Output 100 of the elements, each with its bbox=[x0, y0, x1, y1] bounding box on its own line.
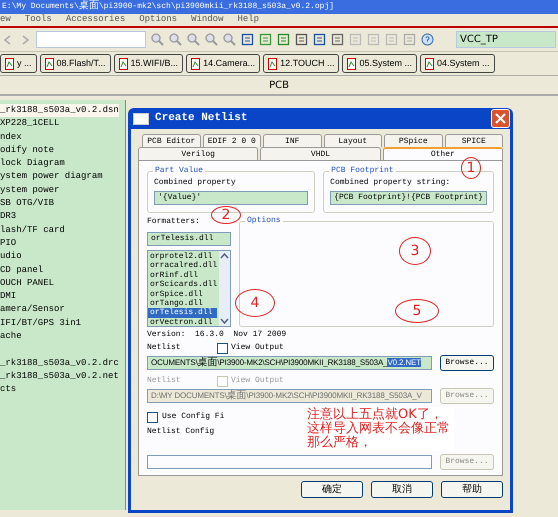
tree-item[interactable]: udio bbox=[0, 250, 22, 264]
pane-title: PCB bbox=[0, 76, 558, 96]
tab[interactable]: Layout bbox=[324, 134, 382, 147]
formatter-list[interactable]: orprotel2.dll orracalred.dll orRinf.dll orScicards.dll orSpice.dll orTango.dll orTelesis.dll orVectron.dll bbox=[147, 250, 231, 327]
menu-item[interactable]: Accessories bbox=[66, 13, 126, 27]
zoom-icon[interactable] bbox=[205, 33, 218, 46]
tree-item[interactable]: ndex bbox=[0, 130, 22, 144]
toolbar-icon[interactable] bbox=[241, 33, 254, 46]
tree-item[interactable]: ache bbox=[0, 330, 22, 344]
field-label: Combined property bbox=[154, 177, 237, 189]
tree-item[interactable]: lash/TF card bbox=[0, 224, 65, 237]
browse-button: Browse... bbox=[440, 454, 494, 470]
list-item[interactable]: orprotel2.dll bbox=[148, 252, 218, 262]
tab[interactable]: Verilog bbox=[138, 147, 258, 160]
input-field[interactable]: orTelesis.dll bbox=[147, 232, 231, 246]
tab[interactable]: SPICE bbox=[444, 134, 503, 147]
checkbox[interactable] bbox=[217, 342, 228, 354]
tree-item[interactable]: amera/Sensor bbox=[0, 303, 65, 317]
menu-item[interactable]: Tools bbox=[24, 13, 52, 27]
list-item[interactable]: orTelesis.dll bbox=[148, 308, 218, 318]
checkbox-label: View Output bbox=[231, 375, 284, 387]
version-text: Version: 16.3.0 Nov 17 2009 bbox=[147, 329, 286, 341]
list-item[interactable]: orScicards.dll bbox=[148, 280, 218, 290]
field-label: Formatters: bbox=[147, 216, 200, 228]
document-tab[interactable]: 15.WIFI/B... bbox=[114, 54, 184, 73]
list-item[interactable]: orVectron.dll bbox=[148, 318, 218, 326]
circled-number: 2 bbox=[211, 206, 241, 224]
tree-item[interactable]: _rk3188_s503a_v0.2.drc bbox=[0, 356, 119, 370]
field-label: Netlist Config bbox=[147, 426, 216, 438]
dialog-button[interactable]: 帮助 bbox=[441, 481, 503, 498]
window-icon bbox=[133, 112, 149, 124]
toolbar-icon[interactable] bbox=[331, 33, 344, 46]
tab[interactable]: PSpice bbox=[384, 134, 442, 147]
list-item[interactable]: orRinf.dll bbox=[148, 270, 218, 280]
field-label: Netlist bbox=[147, 342, 182, 354]
circled-number: 4 bbox=[235, 289, 275, 317]
menu-item[interactable]: Window bbox=[191, 13, 224, 27]
circled-number: 3 bbox=[399, 237, 431, 265]
zoom-icon[interactable] bbox=[187, 33, 200, 46]
tree-item[interactable]: ystem power diagram bbox=[0, 170, 103, 184]
menu-item[interactable]: Options bbox=[139, 13, 178, 27]
close-button[interactable] bbox=[491, 109, 510, 128]
tab[interactable]: PCB Editor bbox=[142, 134, 200, 147]
search-combo[interactable] bbox=[36, 31, 146, 48]
tree-item[interactable]: DR3 bbox=[0, 210, 16, 224]
list-item[interactable]: orracalred.dll bbox=[148, 261, 218, 271]
dialog-button[interactable]: 确定 bbox=[301, 481, 363, 498]
tree-item[interactable]: CD panel bbox=[0, 264, 44, 277]
document-tab[interactable]: 12.TOUCH ... bbox=[263, 54, 340, 73]
menu-item[interactable]: Help bbox=[237, 13, 260, 27]
dialog-button[interactable]: 取消 bbox=[371, 481, 433, 498]
toolbar-icon[interactable] bbox=[259, 33, 272, 46]
list-item[interactable]: orTango.dll bbox=[148, 299, 218, 308]
tree-item[interactable]: SB OTG/VIB bbox=[0, 197, 54, 210]
document-tab[interactable]: y ... bbox=[0, 54, 37, 73]
tab[interactable]: INF bbox=[263, 134, 322, 147]
group-label: PCB Footprint bbox=[329, 166, 396, 176]
input-field[interactable]: {PCB Footprint}!{PCB Footprint} bbox=[330, 191, 487, 205]
circled-number: 5 bbox=[395, 299, 439, 323]
help-icon[interactable] bbox=[421, 33, 434, 46]
tree-item[interactable]: _rk3188_s503a_v0.2.dsn bbox=[0, 104, 119, 118]
field-label: Netlist bbox=[147, 375, 182, 387]
tree-item[interactable]: IFI/BT/GPS 3in1 bbox=[0, 316, 82, 330]
toolbar-icon[interactable] bbox=[295, 33, 308, 46]
menu-item[interactable]: ew bbox=[0, 13, 11, 27]
tab[interactable]: EDIF 2 0 0 bbox=[202, 134, 261, 147]
toolbar-icon[interactable] bbox=[277, 33, 290, 46]
zoom-icon[interactable] bbox=[151, 33, 164, 46]
tab[interactable]: VHDL bbox=[260, 147, 381, 160]
list-item[interactable]: orSpice.dll bbox=[148, 290, 218, 300]
page-icon bbox=[347, 58, 356, 70]
document-tab[interactable]: 04.System ... bbox=[420, 54, 495, 73]
zoom-icon[interactable] bbox=[169, 33, 182, 46]
input-field[interactable] bbox=[147, 455, 432, 469]
document-tab[interactable]: 08.Flash/T... bbox=[40, 54, 111, 73]
input-field[interactable]: '{Value}' bbox=[154, 191, 308, 205]
tree-item[interactable]: ystem power bbox=[0, 184, 60, 198]
page-icon bbox=[268, 58, 278, 70]
scroll-down-icon bbox=[219, 317, 230, 326]
tree-item[interactable]: cts bbox=[0, 383, 16, 397]
dialog-title: Create Netlist bbox=[155, 111, 248, 126]
tab[interactable]: Other bbox=[382, 147, 503, 160]
zoom-icon[interactable] bbox=[223, 33, 236, 46]
tree-item[interactable]: odify note bbox=[0, 144, 54, 158]
net-combo[interactable]: VCC_TP bbox=[456, 31, 556, 48]
tree-item[interactable]: PIO bbox=[0, 236, 16, 250]
tree-item[interactable]: lock Diagram bbox=[0, 157, 65, 170]
page-icon bbox=[44, 58, 54, 70]
page-icon bbox=[191, 58, 200, 70]
tree-item[interactable]: XP228_1CELL bbox=[0, 117, 60, 131]
document-tab[interactable]: 05.System ... bbox=[342, 54, 417, 73]
tree-item[interactable]: OUCH PANEL bbox=[0, 276, 54, 290]
window-title: E:\My Documents\桌面\pi3900-mk2\sch\pi3900mkii_rk3188_s503a_v0.2.opj] bbox=[0, 0, 558, 14]
document-tab[interactable]: 14.Camera... bbox=[186, 54, 260, 73]
field-label: Combined property string: bbox=[330, 177, 452, 189]
toolbar-icon[interactable] bbox=[313, 33, 326, 46]
input-field[interactable]: OCUMENTS\桌面\PI3900-MK2\SCH\PI3900MKII_RK3188_S503A_V0.2.NET bbox=[147, 356, 432, 370]
browse-button[interactable]: Browse... bbox=[440, 355, 494, 371]
tree-item[interactable]: _rk3188_s503a_v0.2.net bbox=[0, 370, 119, 384]
tree-item[interactable]: DMI bbox=[0, 290, 16, 304]
